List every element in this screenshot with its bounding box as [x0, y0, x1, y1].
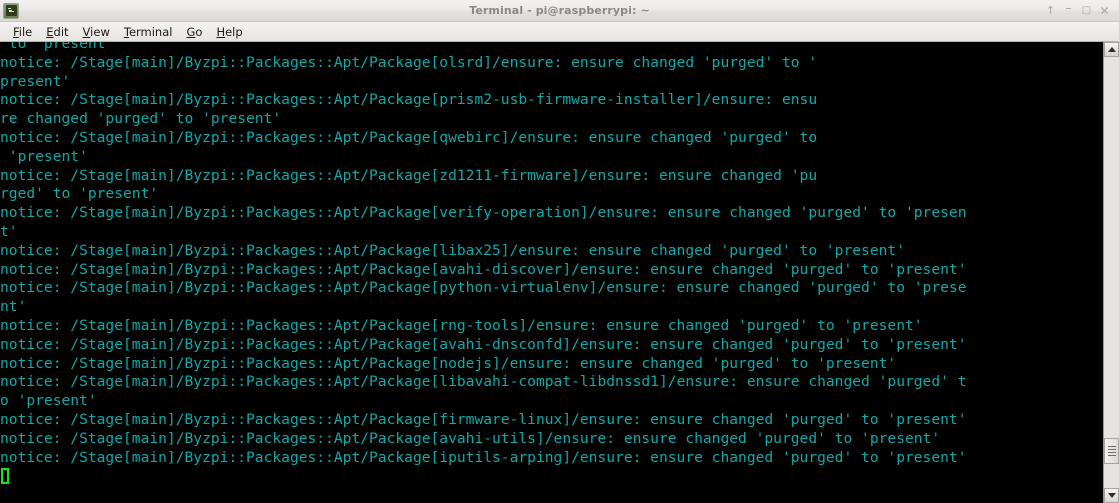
scroll-down-button[interactable] [1104, 488, 1119, 503]
terminal-line: nt' [0, 298, 27, 316]
terminal-icon-screen [5, 5, 17, 16]
terminal-line: o 'present' [0, 392, 97, 410]
terminal-cursor-row [0, 467, 1103, 486]
terminal-line: notice: /Stage[main]/Byzpi::Packages::Ap… [0, 91, 818, 109]
terminal-line: notice: /Stage[main]/Byzpi::Packages::Ap… [0, 429, 941, 447]
terminal-line: notice: /Stage[main]/Byzpi::Packages::Ap… [0, 166, 818, 184]
scroll-up-arrow-icon [1107, 47, 1116, 52]
terminal-line: notice: /Stage[main]/Byzpi::Packages::Ap… [0, 448, 967, 466]
terminal-line: notice: /Stage[main]/Byzpi::Packages::Ap… [0, 335, 967, 353]
menu-file[interactable]: File [6, 23, 39, 41]
terminal-line: present' [0, 72, 71, 90]
terminal-icon [3, 2, 19, 19]
window-titlebar[interactable]: Terminal - pi@raspberrypi: ~ ↑ – □ ✕ [0, 0, 1119, 22]
menu-terminal[interactable]: Terminal [117, 23, 180, 41]
minimize-window-icon[interactable]: – [1060, 0, 1077, 22]
terminal-line: notice: /Stage[main]/Byzpi::Packages::Ap… [0, 354, 897, 372]
menu-file-label: ile [18, 24, 33, 39]
terminal-window: Terminal - pi@raspberrypi: ~ ↑ – □ ✕ Fil… [0, 0, 1119, 503]
window-controls: ↑ – □ ✕ [1042, 0, 1119, 22]
menu-go-label: o [195, 24, 203, 39]
menu-help-label: elp [225, 24, 243, 39]
terminal-scrollbar[interactable] [1103, 42, 1119, 503]
menu-view[interactable]: View [76, 23, 117, 41]
close-window-icon[interactable]: ✕ [1096, 2, 1113, 20]
terminal-line: notice: /Stage[main]/Byzpi::Packages::Ap… [0, 410, 967, 428]
terminal-line: t' [0, 222, 18, 240]
terminal-line: notice: /Stage[main]/Byzpi::Packages::Ap… [0, 241, 905, 259]
maximize-window-icon[interactable]: □ [1078, 2, 1095, 20]
terminal-line: re changed 'purged' to 'present' [0, 110, 282, 128]
terminal-area: to 'present' notice: /Stage[main]/Byzpi::… [0, 42, 1119, 503]
menu-terminal-label: erminal [128, 24, 173, 39]
menu-go[interactable]: Go [179, 23, 209, 41]
menu-help[interactable]: Help [209, 23, 249, 41]
terminal-line: notice: /Stage[main]/Byzpi::Packages::Ap… [0, 373, 967, 391]
scroll-down-arrow-icon [1107, 493, 1116, 498]
terminal-line: to 'present' [0, 42, 115, 52]
terminal-output[interactable]: to 'present' notice: /Stage[main]/Byzpi::… [0, 42, 1103, 503]
terminal-line: notice: /Stage[main]/Byzpi::Packages::Ap… [0, 279, 967, 297]
terminal-line: 'present' [0, 147, 88, 165]
terminal-line: notice: /Stage[main]/Byzpi::Packages::Ap… [0, 128, 818, 146]
terminal-line: notice: /Stage[main]/Byzpi::Packages::Ap… [0, 316, 923, 334]
window-title: Terminal - pi@raspberrypi: ~ [469, 4, 650, 17]
terminal-line: notice: /Stage[main]/Byzpi::Packages::Ap… [0, 260, 967, 278]
menu-help-accel: H [216, 24, 226, 39]
menu-edit-label: dit [53, 24, 69, 39]
terminal-line: rged' to 'present' [0, 185, 159, 203]
scrollbar-grip-icon [1107, 446, 1116, 456]
terminal-line: notice: /Stage[main]/Byzpi::Packages::Ap… [0, 204, 967, 222]
terminal-cursor [1, 468, 9, 485]
menu-edit[interactable]: Edit [39, 23, 75, 41]
menu-view-label: iew [90, 24, 110, 39]
menubar: File Edit View Terminal Go Help [0, 22, 1119, 42]
scroll-up-button[interactable] [1104, 42, 1119, 57]
scrollbar-thumb[interactable] [1104, 438, 1119, 464]
terminal-line: notice: /Stage[main]/Byzpi::Packages::Ap… [0, 53, 818, 71]
menu-edit-accel: E [46, 24, 54, 39]
scrollbar-track[interactable] [1104, 57, 1119, 488]
shade-window-icon[interactable]: ↑ [1042, 2, 1059, 20]
